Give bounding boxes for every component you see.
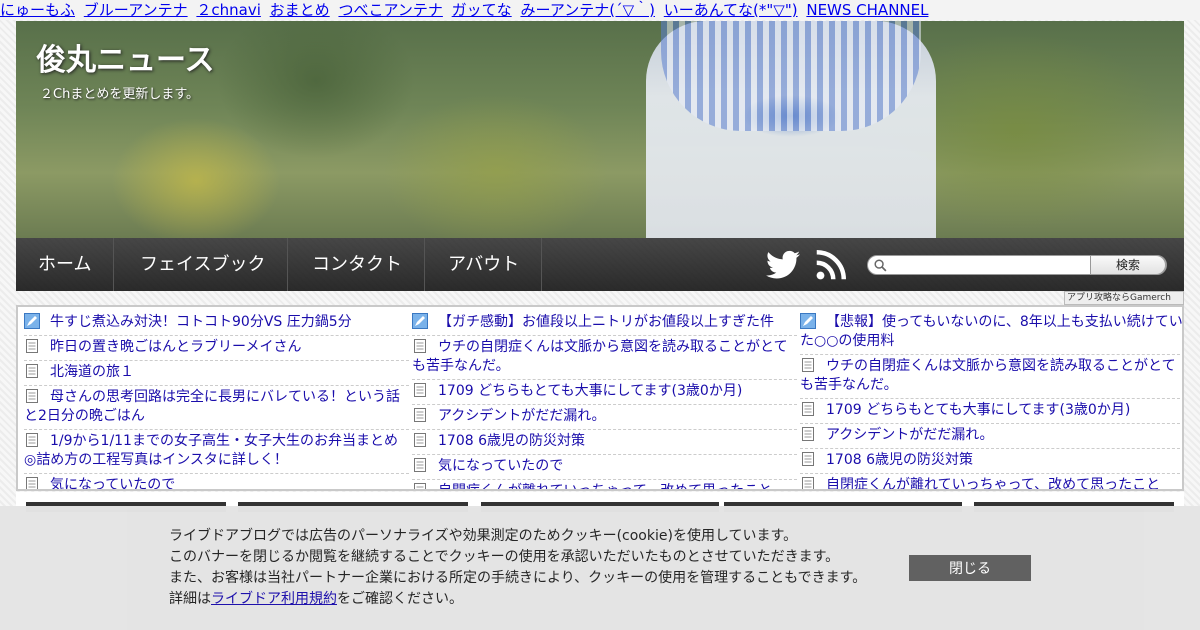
page-icon <box>26 364 38 378</box>
antenna-column-2: 【ガチ感動】お値段以上ニトリがお値段以上すぎた件 ウチの自閉症くんは文脈から意図… <box>412 311 797 489</box>
top-link-tsubeko[interactable]: つべこアンテナ <box>338 1 442 19</box>
feed-item[interactable]: 1708 6歳児の防災対策 <box>800 449 1182 474</box>
cookie-notice-text: ライブドアブログでは広告のパーソナライズや効果測定のためクッキー(cookie)… <box>169 526 889 610</box>
feed-item[interactable]: 1709 どちらもとても大事にしてます(3歳0か月) <box>412 380 797 405</box>
nav-item-home[interactable]: ホーム <box>16 238 115 291</box>
top-link-bar: にゅーもふ ブルーアンテナ ２chnavi おまとめ つべこアンテナ ガッてな … <box>0 0 1200 20</box>
top-link-mii-antenna[interactable]: みーアンテナ(´▽｀) <box>520 1 655 19</box>
nav-item-facebook[interactable]: フェイスブック <box>118 238 289 291</box>
top-link-news-channel[interactable]: NEWS CHANNEL <box>806 1 928 19</box>
feed-item[interactable]: 昨日の置き晩ごはんとラブリーメイさん <box>24 336 409 361</box>
nav-item-about[interactable]: アバウト <box>426 238 543 291</box>
feed-item[interactable]: 気になっていたので <box>24 474 409 489</box>
antenna-credit-link[interactable]: アプリ攻略ならGamerch <box>1064 291 1184 305</box>
site-title[interactable]: 俊丸ニュース <box>36 35 215 79</box>
cookie-banner: ライブドアブログでは広告のパーソナライズや効果測定のためクッキー(cookie)… <box>0 506 1200 630</box>
page-icon <box>414 483 426 489</box>
page-icon <box>414 339 426 353</box>
feed-item[interactable]: ウチの自閉症くんは文脈から意図を読み取ることがとても苦手なんだ。 <box>800 355 1182 399</box>
feed-item[interactable]: 1/9から1/11までの女子高生・女子大生のお弁当まとめ◎詰め方の工程写真はイン… <box>24 430 409 474</box>
feed-item[interactable]: ウチの自閉症くんは文脈から意図を読み取ることがとても苦手なんだ。 <box>412 336 797 380</box>
top-link-2chnavi[interactable]: ２chnavi <box>196 1 261 19</box>
page-icon <box>414 408 426 422</box>
page-icon <box>802 427 814 441</box>
feed-item[interactable]: 気になっていたので <box>412 455 797 480</box>
pen-icon <box>24 313 40 329</box>
feed-item[interactable]: 【ガチ感動】お値段以上ニトリがお値段以上すぎた件 <box>412 311 797 336</box>
page-icon <box>414 433 426 447</box>
feed-item[interactable]: 北海道の旅１ <box>24 361 409 386</box>
search-button[interactable]: 検索 <box>1090 255 1166 275</box>
cookie-close-button[interactable]: 閉じる <box>909 555 1031 581</box>
site-description: ２Chまとめを更新します。 <box>40 87 200 102</box>
feed-item[interactable]: 牛すじ煮込み対決！コトコト90分VS 圧力鍋5分 <box>24 311 409 336</box>
cookie-line-4: 詳細はライブドア利用規約をご確認ください。 <box>169 591 463 607</box>
top-link-gattena[interactable]: ガッてな <box>452 1 512 19</box>
search-icon <box>874 259 887 272</box>
top-link-ii-antenna[interactable]: いーあんてな(*"▽") <box>664 1 798 19</box>
pen-icon <box>800 313 816 329</box>
antenna-column-3: 【悲報】使ってもいないのに、8年以上も支払い続けていた○○の使用料 ウチの自閉症… <box>800 311 1182 489</box>
main-nav: ホーム フェイスブック コンタクト アバウト 検索 <box>16 238 1184 291</box>
cookie-line-1: ライブドアブログでは広告のパーソナライズや効果測定のためクッキー(cookie)… <box>169 528 798 544</box>
cookie-line-2: このバナーを閉じるか閲覧を継続することでクッキーの使用を承認いただいたものとさせ… <box>169 549 840 565</box>
feed-item[interactable]: 【悲報】使ってもいないのに、8年以上も支払い続けていた○○の使用料 <box>800 311 1182 355</box>
top-link-blue-antenna[interactable]: ブルーアンテナ <box>84 1 188 19</box>
antenna-feed: 牛すじ煮込み対決！コトコト90分VS 圧力鍋5分 昨日の置き晩ごはんとラブリーメ… <box>16 305 1184 491</box>
search-input[interactable] <box>890 257 1090 273</box>
feed-item[interactable]: 自閉症くんが離れていっちゃって、改めて思ったこと <box>800 474 1182 489</box>
feed-item[interactable]: 1708 6歳児の防災対策 <box>412 430 797 455</box>
header-photo-detail <box>661 21 921 131</box>
page-icon <box>414 383 426 397</box>
rss-icon[interactable] <box>816 250 846 280</box>
twitter-icon[interactable] <box>766 250 800 280</box>
feed-item[interactable]: 1709 どちらもとても大事にしてます(3歳0か月) <box>800 399 1182 424</box>
feed-item[interactable]: 母さんの思考回路は完全に長男にバレている！という話と2日分の晩ごはん <box>24 386 409 430</box>
feed-item[interactable]: アクシデントがだだ漏れ。 <box>412 405 797 430</box>
page-icon <box>802 452 814 466</box>
site-header: 俊丸ニュース ２Chまとめを更新します。 <box>16 21 1184 238</box>
page-icon <box>414 458 426 472</box>
page-icon <box>802 402 814 416</box>
feed-item[interactable]: 自閉症くんが離れていっちゃって、改めて思ったこと <box>412 480 797 489</box>
page-icon <box>802 358 814 372</box>
pen-icon <box>412 313 428 329</box>
top-link-omatome[interactable]: おまとめ <box>270 1 330 19</box>
livedoor-terms-link[interactable]: ライブドア利用規約 <box>211 591 337 607</box>
page-icon <box>802 477 814 489</box>
antenna-column-1: 牛すじ煮込み対決！コトコト90分VS 圧力鍋5分 昨日の置き晩ごはんとラブリーメ… <box>24 311 409 489</box>
cookie-line-3: また、お客様は当社パートナー企業における所定の手続きにより、クッキーの使用を管理… <box>169 570 867 586</box>
top-link-nyumofu[interactable]: にゅーもふ <box>0 1 75 19</box>
search-box: 検索 <box>867 255 1167 275</box>
page-icon <box>26 433 38 447</box>
page-icon <box>26 477 38 489</box>
page-icon <box>26 389 38 403</box>
feed-item[interactable]: アクシデントがだだ漏れ。 <box>800 424 1182 449</box>
page-icon <box>26 339 38 353</box>
nav-item-contact[interactable]: コンタクト <box>290 238 425 291</box>
